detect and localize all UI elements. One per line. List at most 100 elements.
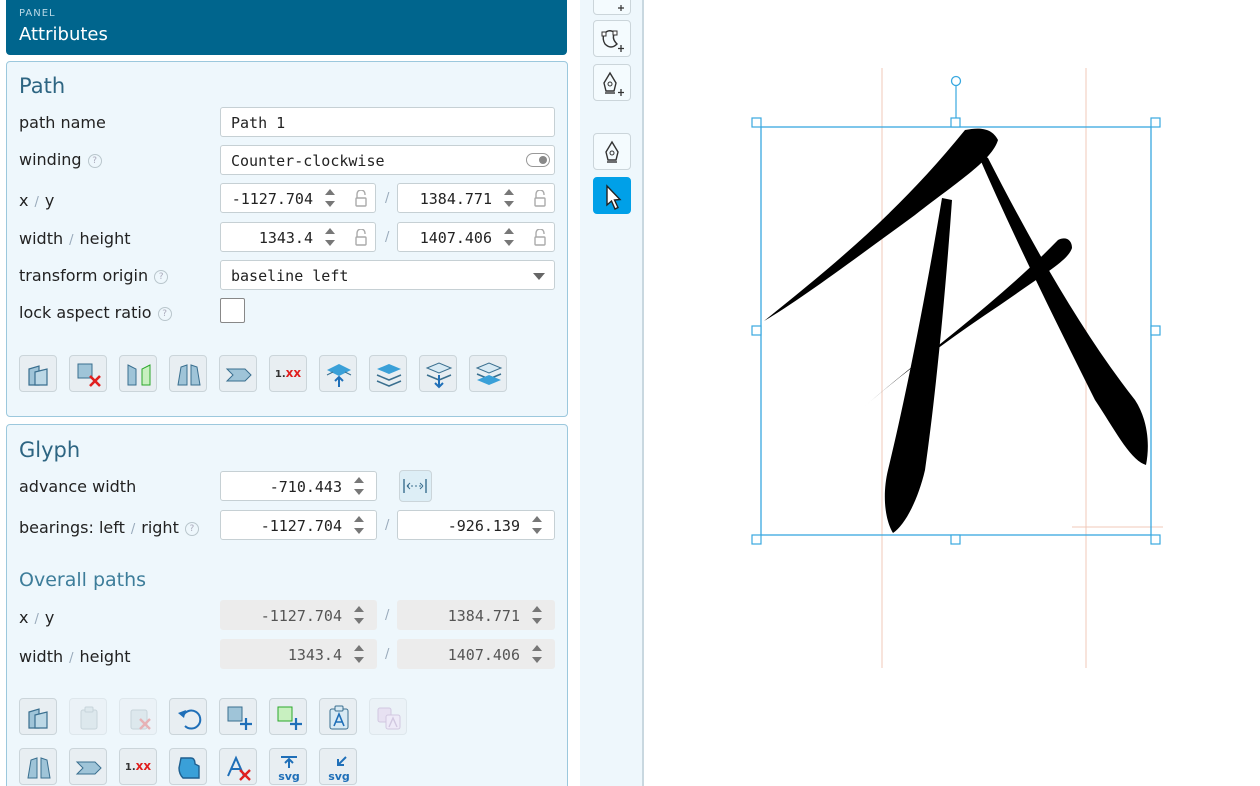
round-values-icon: 1.xx [275,366,301,380]
delete-path-button[interactable] [69,355,107,392]
advance-width-input[interactable]: -710.443 [220,471,377,501]
x-value: -1127.704 [231,190,313,208]
paste-button[interactable] [69,698,107,735]
move-down-button[interactable] [419,355,457,392]
bearing-right-input[interactable]: -926.139 [397,510,555,540]
overall-height-spinner [526,642,550,666]
help-icon[interactable]: ? [184,521,199,536]
delete-glyph-button[interactable] [219,748,257,785]
advance-width-label: advance width [19,477,137,496]
height-spinner[interactable] [498,225,522,249]
y-spinner[interactable] [498,186,522,210]
width-input[interactable]: 1343.4 [220,222,376,252]
winding-switch[interactable] [526,153,550,167]
pointer-tool-button[interactable] [593,177,631,214]
import-svg-button[interactable]: svg [319,748,357,785]
skew-button[interactable] [69,748,107,785]
copy-path-button[interactable] [19,355,57,392]
pen-plus-tool-button[interactable] [593,64,631,101]
bearing-left-input[interactable]: -1127.704 [220,510,377,540]
overall-x-input: -1127.704 [220,600,377,630]
import-svg-icon: svg [328,756,350,782]
new-path-tool-button[interactable] [593,0,631,15]
glyph-stroke-3[interactable] [976,150,1148,465]
round-values-icon: 1.xx [125,759,151,773]
path-edit-tool-button[interactable] [593,20,631,57]
path-name-input[interactable]: Path 1 [220,107,555,137]
transform-origin-select[interactable]: baseline left [220,260,555,290]
x-input[interactable]: -1127.704 [220,183,376,213]
unlock-icon[interactable] [534,229,546,246]
help-icon[interactable]: ? [157,306,172,321]
lock-aspect-checkbox[interactable] [220,298,245,323]
round-values-button[interactable]: 1.xx [119,748,157,785]
height-value: 1407.406 [419,229,492,247]
overall-wh-label: width / height [19,647,131,666]
resize-handle-n[interactable] [950,117,961,128]
unlock-icon[interactable] [355,190,367,207]
lock-aspect-label: lock aspect ratio? [19,303,172,322]
winding-toggle-field[interactable]: Counter-clockwise [220,145,555,175]
unlock-icon[interactable] [355,229,367,246]
x-spinner[interactable] [319,186,343,210]
flip-vertical-icon [27,757,51,779]
copy-button[interactable] [19,698,57,735]
round-values-button[interactable]: 1.xx [269,355,307,392]
help-icon[interactable]: ? [87,153,102,168]
flip-horizontal-button[interactable] [119,355,157,392]
bearing-left-spinner[interactable] [348,513,372,537]
paste-glyph-button[interactable] [319,698,357,735]
import-svg-label: svg [328,770,350,782]
add-component-button[interactable] [269,698,307,735]
resize-handle-w[interactable] [751,325,762,336]
height-input[interactable]: 1407.406 [397,222,555,252]
lock-aspect-text: lock aspect ratio [19,303,152,322]
undo-button[interactable] [169,698,207,735]
export-svg-button[interactable]: svg [269,748,307,785]
pen-tool-button[interactable] [593,133,631,170]
resize-handle-se[interactable] [1150,534,1161,545]
resize-handle-nw[interactable] [751,117,762,128]
paste-glyph-icon [329,705,349,730]
add-shape-button[interactable] [219,698,257,735]
pen-plus-icon [603,71,624,96]
unlock-icon[interactable] [534,190,546,207]
clear-clipboard-icon [130,709,151,730]
overall-wh-separator: / [385,647,390,662]
resize-handle-sw[interactable] [751,534,762,545]
advance-width-tool-button[interactable] [399,470,432,502]
resize-handle-s[interactable] [950,534,961,545]
flip-vertical-button[interactable] [169,355,207,392]
clear-clipboard-button[interactable] [119,698,157,735]
panel-title: Attributes [19,24,108,45]
delete-path-icon [77,363,101,387]
move-to-bottom-button[interactable] [469,355,507,392]
glyph-shape[interactable] [764,128,1148,533]
overall-xy-label: x / y [19,608,54,627]
help-icon[interactable]: ? [154,269,169,284]
flip-vertical-button[interactable] [19,748,57,785]
glyph-stroke-4[interactable] [865,238,1072,406]
y-input[interactable]: 1384.771 [397,183,555,213]
move-to-bottom-icon [475,362,503,385]
skew-button[interactable] [219,355,257,392]
move-up-button[interactable] [319,355,357,392]
combine-button[interactable] [169,748,207,785]
advance-width-spinner[interactable] [348,474,372,498]
glyph-canvas[interactable] [646,0,1260,786]
resize-handle-ne[interactable] [1150,117,1161,128]
glyph-stroke-1[interactable] [764,128,998,321]
glyph-stroke-2[interactable] [884,198,952,533]
pen-icon [605,140,619,163]
resize-handle-e[interactable] [1150,325,1161,336]
skew-icon [75,761,102,775]
rotation-handle[interactable] [950,75,962,87]
move-to-top-button[interactable] [369,355,407,392]
width-spinner[interactable] [319,225,343,249]
path-edit-icon [601,30,624,52]
y-value: 1384.771 [419,190,492,208]
winding-value: Counter-clockwise [231,152,385,170]
bearing-right-spinner[interactable] [526,513,550,537]
overall-paths-title: Overall paths [19,569,147,591]
paste-glyph-component-button[interactable] [369,698,407,735]
